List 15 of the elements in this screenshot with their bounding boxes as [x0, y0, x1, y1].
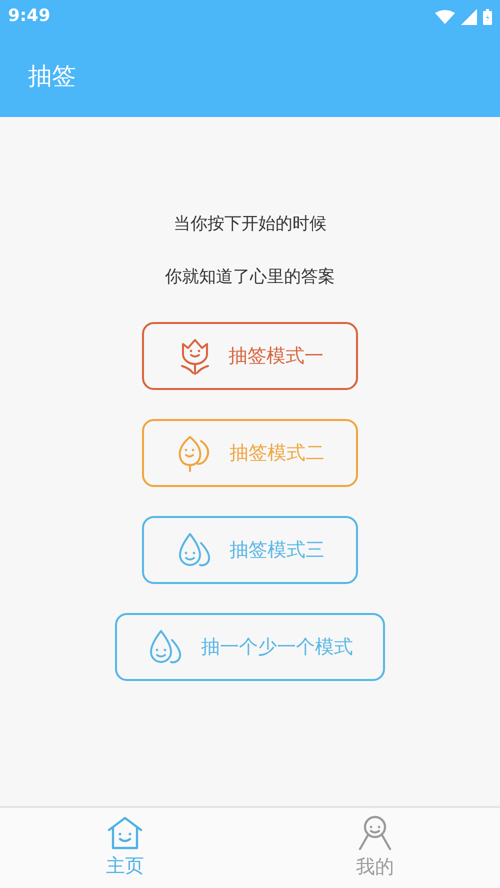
tab-button[interactable]: 主页 — [0, 808, 250, 888]
signal-icon — [461, 9, 477, 25]
intro-text: 当你按下开始的时候 — [174, 213, 326, 236]
mode-button[interactable]: 抽签模式二 — [142, 419, 358, 487]
battery-icon — [483, 9, 492, 25]
mode-button[interactable]: 抽签模式三 — [142, 516, 358, 584]
person-icon — [358, 814, 392, 851]
status-time: 9:49 — [8, 5, 50, 28]
tab-button[interactable]: 我的 — [250, 808, 500, 888]
app-title: 抽签 — [28, 60, 76, 92]
wifi-icon — [435, 10, 455, 24]
mode-button[interactable]: 抽签模式一 — [142, 322, 358, 390]
mode-button[interactable]: 抽一个少一个模式 — [115, 613, 385, 681]
home-icon — [107, 816, 143, 850]
intro-text: 你就知道了心里的答案 — [165, 266, 335, 289]
